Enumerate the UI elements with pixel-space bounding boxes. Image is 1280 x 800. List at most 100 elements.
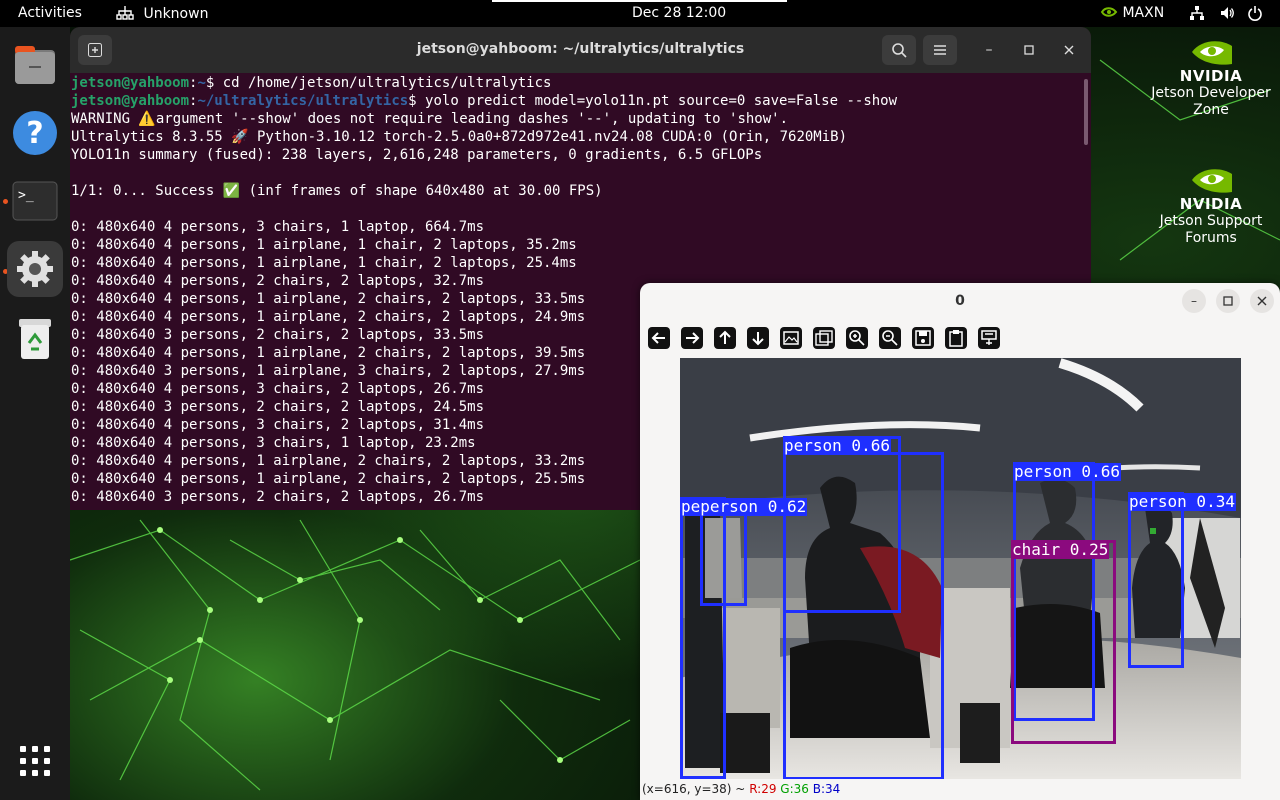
copy-clipboard-button[interactable] [943, 325, 969, 351]
detection-label-person-3: peperson 0.62 [680, 497, 808, 516]
minimize-button[interactable]: – [976, 37, 1002, 63]
pan-right-button[interactable] [679, 325, 705, 351]
viewer-minimize-button[interactable]: – [1182, 289, 1206, 313]
pan-left-button[interactable] [646, 325, 672, 351]
terminal-line: 0: 480x640 4 persons, 1 airplane, 1 chai… [71, 237, 577, 253]
viewer-maximize-button[interactable] [1216, 289, 1240, 313]
detection-label-person-4: person 0.34 [1128, 492, 1236, 511]
terminal-line: 1/1: 0... Success ✅ (inf frames of shape… [71, 183, 603, 199]
volume-icon[interactable] [1219, 5, 1235, 25]
desktop-icon-developer-zone[interactable]: NVIDIA Jetson Developer Zone [1141, 36, 1280, 119]
clipboard-icon [945, 327, 967, 349]
image-viewer-window[interactable]: 0 – person 0.66 person 0.66 peperson 0.6… [640, 283, 1280, 800]
trash-icon [19, 319, 51, 359]
app-grid-icon [20, 746, 50, 776]
zoom-fit-button[interactable] [778, 325, 804, 351]
maximize-icon [1024, 45, 1034, 55]
dock-files[interactable] [7, 37, 63, 93]
dock-trash[interactable] [7, 311, 63, 367]
maximize-icon [1223, 296, 1233, 306]
terminal-line: YOLO11n summary (fused): 238 layers, 2,6… [71, 147, 763, 163]
pan-down-button[interactable] [745, 325, 771, 351]
zoom-in-button[interactable] [844, 325, 870, 351]
arrow-down-icon [747, 327, 769, 349]
zoom-in-icon [846, 327, 868, 349]
arrow-left-icon [648, 327, 670, 349]
image-multiple-icon [813, 327, 835, 349]
terminal-line: jetson@yahboom:~$ cd /home/jetson/ultral… [71, 74, 897, 92]
terminal-icon: >_ [12, 181, 58, 221]
files-icon [15, 46, 55, 84]
prompt-user: jetson@yahboom [71, 93, 190, 109]
dock-settings[interactable] [7, 241, 63, 297]
top-bar: Activities Unknown Dec 28 12:00 MAXN [0, 0, 1280, 27]
notification-strip [492, 0, 787, 2]
svg-text:?: ? [26, 116, 43, 151]
clock[interactable]: Dec 28 12:00 [632, 5, 726, 21]
detection-box-person-4 [1128, 492, 1184, 668]
pixel-coords: (x=616, y=38) ~ [642, 782, 746, 796]
close-icon [1064, 45, 1074, 55]
pixel-red: R:29 [749, 782, 777, 796]
detection-box-chair [1011, 540, 1116, 744]
maximize-button[interactable] [1016, 37, 1042, 63]
zoom-out-button[interactable] [877, 325, 903, 351]
viewer-close-button[interactable] [1250, 289, 1274, 313]
power-mode-indicator[interactable]: MAXN [1100, 5, 1164, 21]
zoom-original-button[interactable] [811, 325, 837, 351]
hamburger-menu-icon [934, 45, 946, 55]
viewer-titlebar[interactable]: 0 – [640, 283, 1280, 319]
camera-frame[interactable]: person 0.66 person 0.66 peperson 0.62 pe… [680, 358, 1241, 779]
close-button[interactable] [1056, 37, 1082, 63]
close-icon [1257, 296, 1267, 306]
detection-label-person-2: person 0.66 [1013, 462, 1121, 481]
viewer-status-bar: (x=616, y=38) ~ R:29 G:36 B:34 [642, 782, 840, 796]
desktop-icon-brand: NVIDIA [1179, 195, 1243, 213]
minimize-icon: – [1191, 294, 1197, 308]
zoom-out-icon [879, 327, 901, 349]
save-icon [912, 327, 934, 349]
image-icon [780, 327, 802, 349]
terminal-titlebar[interactable]: jetson@yahboom: ~/ultralytics/ultralytic… [70, 27, 1091, 73]
power-icon[interactable] [1247, 5, 1263, 25]
desktop-icon-support-forums[interactable]: NVIDIA Jetson Support Forums [1141, 164, 1280, 247]
prompt-command: $ yolo predict model=yolo11n.pt source=0… [408, 93, 898, 109]
detection-label-chair: chair 0.25 [1011, 540, 1110, 559]
dock-help[interactable]: ? [7, 105, 63, 161]
terminal-line: 0: 480x640 4 persons, 1 airplane, 1 chai… [71, 255, 577, 271]
pan-up-button[interactable] [712, 325, 738, 351]
power-mode-label: MAXN [1122, 5, 1165, 21]
activities-button[interactable]: Activities [18, 5, 82, 21]
nvidia-icon [1100, 7, 1118, 17]
prompt-path: ~ [197, 75, 206, 91]
terminal-scrollbar[interactable] [1084, 79, 1088, 145]
nvidia-logo-icon [1192, 169, 1232, 193]
desktop-icon-label: Jetson Support Forums [1159, 213, 1263, 246]
prompt-user: jetson@yahboom [71, 75, 190, 91]
desktop-icon-brand: NVIDIA [1179, 67, 1243, 85]
dock-terminal[interactable]: >_ [7, 173, 63, 229]
arrow-up-icon [714, 327, 736, 349]
detection-label-person-1: person 0.66 [783, 436, 891, 455]
network-label: Unknown [143, 6, 209, 22]
save-button[interactable] [910, 325, 936, 351]
properties-icon [978, 327, 1000, 349]
dock-show-apps[interactable] [7, 733, 63, 789]
help-icon: ? [13, 111, 57, 155]
arrow-right-icon [681, 327, 703, 349]
pixel-blue: B:34 [812, 782, 841, 796]
menu-button[interactable] [923, 35, 957, 65]
search-icon [892, 43, 907, 58]
search-button[interactable] [882, 35, 916, 65]
minimize-icon: – [985, 42, 993, 58]
network-icon[interactable] [1189, 5, 1205, 25]
dock: ? >_ [0, 27, 70, 800]
network-wired-icon [116, 6, 134, 20]
gear-icon [17, 251, 53, 287]
network-indicator[interactable]: Unknown [116, 5, 208, 22]
terminal-line: jetson@yahboom:~/ultralytics/ultralytics… [71, 92, 897, 110]
detection-box-person-3b [700, 508, 747, 606]
prompt-command: $ cd /home/jetson/ultralytics/ultralytic… [205, 75, 552, 91]
properties-button[interactable] [976, 325, 1002, 351]
